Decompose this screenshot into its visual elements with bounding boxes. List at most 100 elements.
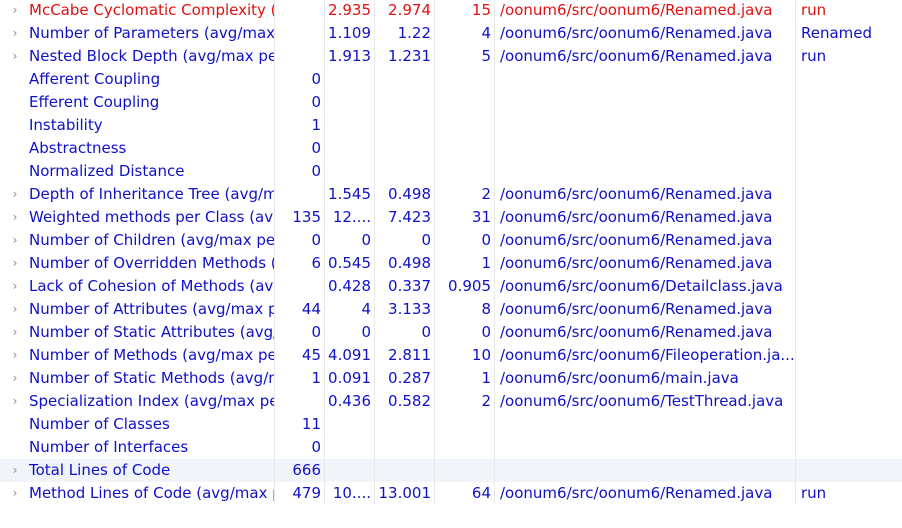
metric-name: Specialization Index (avg/max per type) — [29, 392, 274, 410]
std-dev-cell: 1.22 — [375, 22, 435, 45]
method-cell: run — [801, 47, 827, 65]
std-dev-cell: 0 — [375, 321, 435, 344]
metric-name-cell[interactable]: › McCabe Cyclomatic Complexity (avg/max p… — [0, 0, 275, 22]
metric-row[interactable]: ›Number of Children (avg/max per type)00… — [0, 229, 902, 252]
chevron-right-icon[interactable]: › — [9, 298, 21, 321]
maximum-cell: 31 — [435, 206, 495, 229]
metric-name: Number of Children (avg/max per type) — [29, 231, 274, 249]
metric-row[interactable]: › Number of Overridden Methods (avg/max p… — [0, 252, 902, 275]
metric-name-cell[interactable]: › Number of Attributes (avg/max per type) — [0, 298, 275, 321]
chevron-right-icon[interactable]: › — [9, 321, 21, 344]
metric-name-cell[interactable]: Afferent Coupling — [0, 68, 275, 91]
metric-name-cell[interactable]: Instability — [0, 114, 275, 137]
chevron-right-icon[interactable]: › — [9, 22, 21, 45]
total-cell — [275, 275, 325, 298]
metric-row[interactable]: › Depth of Inheritance Tree (avg/max per … — [0, 183, 902, 206]
resource-path-cell: /oonum6/src/oonum6/Renamed.java — [495, 183, 796, 206]
total-cell: 0 — [275, 160, 325, 183]
maximum-cell: 5 — [435, 45, 495, 68]
metric-name-cell[interactable]: › Number of Methods (avg/max per type) — [0, 344, 275, 367]
chevron-right-icon[interactable]: › — [9, 459, 21, 482]
metric-name-cell[interactable]: Efferent Coupling — [0, 91, 275, 114]
resource-path-cell: /oonum6/src/oonum6/Renamed.java — [495, 298, 796, 321]
metric-name-cell[interactable]: Number of Interfaces — [0, 436, 275, 459]
chevron-right-icon[interactable]: › — [9, 482, 21, 505]
total-cell: 666 — [275, 459, 325, 482]
metric-name-cell[interactable]: › Number of Static Methods (avg/max per t… — [0, 367, 275, 390]
metric-row[interactable]: Abstractness 0 — [0, 137, 902, 160]
metric-row[interactable]: › Number of Static Methods (avg/max per t… — [0, 367, 902, 390]
metric-name-cell[interactable]: › Number of Static Attributes (avg/max pe… — [0, 321, 275, 344]
mean-cell — [325, 114, 375, 137]
metric-name-cell[interactable]: › Number of Parameters (avg/max per metho… — [0, 22, 275, 45]
metric-name-cell[interactable]: Abstractness — [0, 137, 275, 160]
metric-row[interactable]: Number of Interfaces 0 — [0, 436, 902, 459]
method-cell — [796, 436, 902, 459]
metric-name-cell[interactable]: › Depth of Inheritance Tree (avg/max per … — [0, 183, 275, 206]
total-cell: 0 — [275, 229, 325, 252]
chevron-right-icon[interactable]: › — [9, 252, 21, 275]
mean-cell: 1.109 — [325, 22, 375, 45]
chevron-right-icon[interactable]: › — [9, 367, 21, 390]
metric-row[interactable]: › Lack of Cohesion of Methods (avg/max pe… — [0, 275, 902, 298]
resource-path-cell: /oonum6/src/oonum6/Renamed.java — [495, 206, 796, 229]
chevron-right-icon[interactable]: › — [9, 45, 21, 68]
metric-name-cell[interactable]: › Number of Children (avg/max per type) — [0, 229, 275, 252]
metric-row[interactable]: › Specialization Index (avg/max per type)… — [0, 390, 902, 413]
chevron-right-icon[interactable]: › — [9, 275, 21, 298]
std-dev-cell — [375, 436, 435, 459]
metric-name-cell[interactable]: › Nested Block Depth (avg/max per method) — [0, 45, 275, 68]
metric-row[interactable]: › Weighted methods per Class (avg/max per… — [0, 206, 902, 229]
metric-row[interactable]: › Number of Attributes (avg/max per type)… — [0, 298, 902, 321]
maximum-cell: 0 — [435, 229, 495, 252]
mean-cell: 10.... — [325, 482, 375, 505]
metric-row[interactable]: Efferent Coupling 0 — [0, 91, 902, 114]
method-cell: Renamed — [801, 24, 873, 42]
chevron-right-icon[interactable]: › — [9, 206, 21, 229]
mean-cell — [325, 68, 375, 91]
metric-name-cell[interactable]: › Specialization Index (avg/max per type) — [0, 390, 275, 413]
metric-name-cell[interactable]: › Lack of Cohesion of Methods (avg/max pe… — [0, 275, 275, 298]
metric-name: Number of Static Attributes (avg/max per… — [29, 323, 274, 341]
metric-row[interactable]: Afferent Coupling 0 — [0, 68, 902, 91]
maximum-cell: 0.905 — [435, 275, 495, 298]
mean-cell — [325, 413, 375, 436]
metric-row[interactable]: Instability 1 — [0, 114, 902, 137]
metric-row[interactable]: › Number of Static Attributes (avg/max pe… — [0, 321, 902, 344]
total-cell: 0 — [275, 68, 325, 91]
metric-row[interactable]: › Method Lines of Code (avg/max per metho… — [0, 482, 902, 505]
metric-row[interactable]: › Number of Methods (avg/max per type)454… — [0, 344, 902, 367]
resource-path-cell — [495, 413, 796, 436]
metric-row[interactable]: › Nested Block Depth (avg/max per method)… — [0, 45, 902, 68]
mean-cell: 4 — [325, 298, 375, 321]
method-cell — [796, 367, 902, 390]
resource-path-cell — [495, 137, 796, 160]
std-dev-cell — [375, 91, 435, 114]
method-cell — [796, 137, 902, 160]
std-dev-cell — [375, 137, 435, 160]
metric-row[interactable]: Normalized Distance 0 — [0, 160, 902, 183]
chevron-right-icon[interactable]: › — [9, 183, 21, 206]
chevron-right-icon[interactable]: › — [9, 229, 21, 252]
metric-row[interactable]: › McCabe Cyclomatic Complexity (avg/max p… — [0, 0, 902, 22]
chevron-right-icon[interactable]: › — [9, 0, 21, 22]
metric-row[interactable]: Number of Classes 11 — [0, 413, 902, 436]
metric-name: Lack of Cohesion of Methods (avg/max per… — [29, 277, 274, 295]
metric-row[interactable]: › Total Lines of Code 666 — [0, 459, 902, 482]
maximum-cell — [435, 91, 495, 114]
metric-name-cell[interactable]: › Number of Overridden Methods (avg/max p… — [0, 252, 275, 275]
maximum-cell: 15 — [435, 0, 495, 22]
metric-name: Abstractness — [29, 139, 127, 157]
std-dev-cell — [375, 114, 435, 137]
chevron-right-icon[interactable]: › — [9, 344, 21, 367]
chevron-right-icon[interactable]: › — [9, 390, 21, 413]
metric-name-cell[interactable]: › Weighted methods per Class (avg/max per… — [0, 206, 275, 229]
metric-name-cell[interactable]: Number of Classes — [0, 413, 275, 436]
metric-name-cell[interactable]: › Total Lines of Code — [0, 459, 275, 482]
metric-name-cell[interactable]: Normalized Distance — [0, 160, 275, 183]
metric-name-cell[interactable]: › Method Lines of Code (avg/max per metho… — [0, 482, 275, 505]
method-cell — [796, 229, 902, 252]
method-cell — [796, 252, 902, 275]
mean-cell: 0 — [325, 229, 375, 252]
metric-row[interactable]: › Number of Parameters (avg/max per metho… — [0, 22, 902, 45]
